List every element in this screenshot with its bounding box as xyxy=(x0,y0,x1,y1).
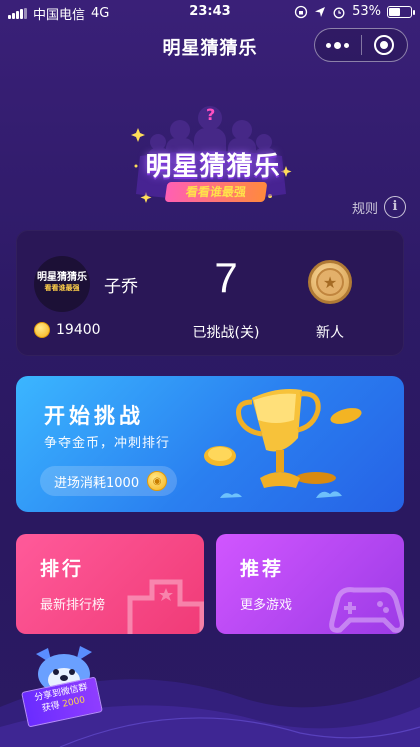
profile-card: 明星猜猜乐 看看谁最强 子乔 19400 7 已挑战(关) ★ 新人 xyxy=(16,230,404,356)
location-icon xyxy=(315,6,326,17)
rotation-lock-icon xyxy=(294,5,308,18)
ranking-card[interactable]: 排行 最新排行榜 xyxy=(16,534,204,634)
coin-icon: ◉ xyxy=(147,471,168,491)
podium-icon xyxy=(127,579,204,634)
logo-subtitle: 看看谁最强 xyxy=(164,182,268,202)
info-icon: i xyxy=(384,196,406,218)
rules-label: 规则 xyxy=(351,201,378,217)
recommend-subtitle: 更多游戏 xyxy=(240,598,293,613)
avatar-subtitle: 看看谁最强 xyxy=(44,284,80,292)
alarm-icon xyxy=(333,7,345,18)
rules-button[interactable]: 规则 i xyxy=(352,196,406,218)
more-dots-icon xyxy=(326,41,350,49)
share-prefix: 获得 xyxy=(41,700,61,715)
close-button[interactable] xyxy=(362,29,408,61)
recommend-card[interactable]: 推荐 更多游戏 xyxy=(216,534,404,634)
username: 子乔 xyxy=(104,277,138,297)
rank-label: 新人 xyxy=(316,325,344,341)
avatar[interactable]: 明星猜猜乐 看看谁最强 xyxy=(34,256,90,312)
ranking-title: 排行 xyxy=(40,558,85,580)
battery-icon xyxy=(387,5,415,18)
game-logo: ? 明星猜猜乐 看看谁最强 xyxy=(110,96,310,216)
svg-text:?: ? xyxy=(206,105,215,124)
start-subtitle: 争夺金币，冲刺排行 xyxy=(44,436,171,451)
avatar-title: 明星猜猜乐 xyxy=(37,272,87,283)
mini-program-capsule xyxy=(314,28,408,62)
target-icon xyxy=(374,35,395,55)
start-title: 开始挑战 xyxy=(44,404,144,428)
recommend-title: 推荐 xyxy=(240,558,285,580)
start-challenge-card[interactable]: 开始挑战 争夺金币，冲刺排行 进场消耗1000 ◉ xyxy=(16,376,404,512)
challenged-label: 已挑战(关) xyxy=(192,325,260,341)
logo-title: 明星猜猜乐 xyxy=(145,152,281,182)
coin-balance: 19400 xyxy=(34,322,101,338)
entry-cost-badge: 进场消耗1000 ◉ xyxy=(40,466,178,496)
gamepad-icon xyxy=(329,587,404,633)
challenged-count: 7 xyxy=(214,254,238,301)
battery-fill xyxy=(389,7,401,16)
trophy-icon xyxy=(204,389,362,498)
share-amount: 2000 xyxy=(61,695,87,710)
coin-icon xyxy=(34,322,50,338)
status-bar: 中国电信 4G 23:43 53% xyxy=(0,0,420,23)
ranking-subtitle: 最新排行榜 xyxy=(40,598,106,613)
status-right: 53% xyxy=(294,4,415,19)
coin-amount: 19400 xyxy=(56,322,101,338)
entry-cost-label: 进场消耗1000 xyxy=(54,475,140,491)
more-button[interactable] xyxy=(315,29,361,61)
avatar-logo: 明星猜猜乐 看看谁最强 xyxy=(34,272,90,294)
medal-star: ★ xyxy=(316,268,344,296)
medal-icon: ★ xyxy=(308,260,352,304)
battery-label: 53% xyxy=(352,4,381,19)
